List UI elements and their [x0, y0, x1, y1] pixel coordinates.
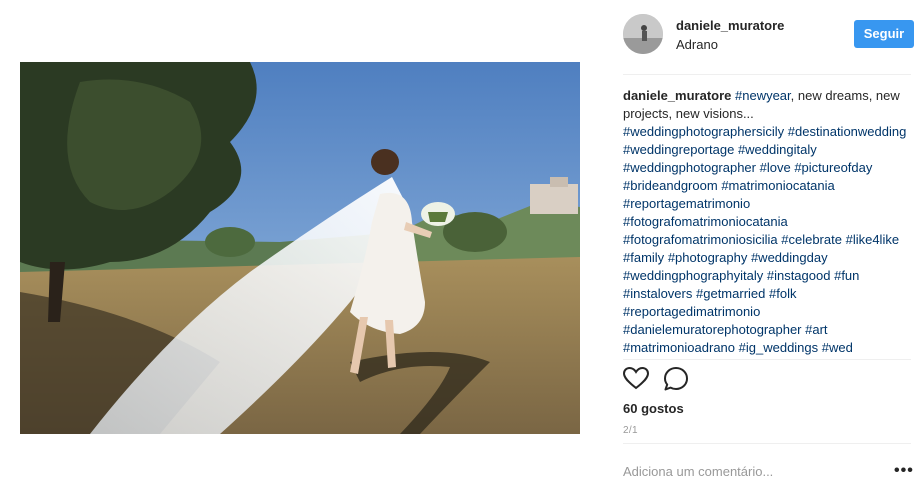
caption-hashtag[interactable]: #weddingphographyitaly [623, 268, 763, 283]
caption-hashtag[interactable]: #fun [834, 268, 859, 283]
username-link[interactable]: daniele_muratore [676, 18, 784, 33]
divider [623, 74, 911, 75]
caption-hashtag[interactable]: #reportagematrimonio [623, 196, 750, 211]
caption-hashtag[interactable]: #pictureofday [794, 160, 872, 175]
heart-icon[interactable] [623, 366, 649, 392]
caption-hashtag[interactable]: #matrimoniocatania [721, 178, 834, 193]
caption-hashtags: #weddingphotographersicily #destinationw… [623, 124, 906, 355]
caption-hashtag[interactable]: #ig_weddings [739, 340, 819, 355]
follow-button[interactable]: Seguir [854, 20, 914, 48]
divider [623, 443, 911, 444]
caption-hashtag[interactable]: #like4like [846, 232, 899, 247]
caption-hashtag[interactable]: #celebrate [781, 232, 842, 247]
caption-hashtag[interactable]: #instalovers [623, 286, 692, 301]
caption-hashtag[interactable]: #destinationwedding [788, 124, 907, 139]
caption-hashtag[interactable]: #weddingday [751, 250, 828, 265]
caption-hashtag[interactable]: #weddingreportage [623, 142, 734, 157]
caption-hashtag[interactable]: #danielemuratorephotographer [623, 322, 802, 337]
avatar[interactable] [623, 14, 663, 54]
more-options-icon[interactable]: ••• [894, 462, 914, 480]
caption-hashtag[interactable]: #wed [822, 340, 853, 355]
caption-hashtag[interactable]: #instagood [767, 268, 831, 283]
post-photo[interactable] [20, 62, 580, 434]
divider [623, 359, 911, 360]
caption-hashtag[interactable]: #reportagedimatrimonio [623, 304, 760, 319]
caption-hashtag[interactable]: #matrimonioadrano [623, 340, 735, 355]
post-header: daniele_muratore Adrano Seguir [623, 14, 914, 58]
caption-hashtag[interactable]: #art [805, 322, 827, 337]
comment-icon[interactable] [663, 366, 689, 392]
caption-hashtag[interactable]: #fotografomatrimoniosicilia [623, 232, 778, 247]
post-side-panel: daniele_muratore Adrano Seguir daniele_m… [610, 0, 919, 495]
avatar-image [623, 14, 663, 54]
caption-hashtag[interactable]: #brideandgroom [623, 178, 718, 193]
caption-hashtag[interactable]: #weddingphotographersicily [623, 124, 784, 139]
caption-hashtag[interactable]: #getmarried [696, 286, 765, 301]
caption-hashtag[interactable]: #photography [668, 250, 748, 265]
post-caption: daniele_muratore #newyear, new dreams, n… [623, 87, 907, 355]
bride-photo-image [20, 62, 580, 434]
caption-hashtag[interactable]: #love [760, 160, 791, 175]
caption-hashtag[interactable]: #weddingitaly [738, 142, 817, 157]
caption-hashtag[interactable]: #newyear [735, 88, 791, 103]
caption-hashtag[interactable]: #folk [769, 286, 796, 301]
likes-count[interactable]: 60 gostos [623, 401, 684, 416]
location-link[interactable]: Adrano [676, 37, 718, 52]
caption-hashtag[interactable]: #weddingphotographer [623, 160, 756, 175]
comment-input[interactable]: Adiciona um comentário... [623, 464, 873, 479]
caption-hashtag[interactable]: #fotografomatrimoniocatania [623, 214, 788, 229]
caption-username[interactable]: daniele_muratore [623, 88, 731, 103]
caption-hashtag[interactable]: #family [623, 250, 664, 265]
post-pager: 2/1 [623, 425, 638, 436]
